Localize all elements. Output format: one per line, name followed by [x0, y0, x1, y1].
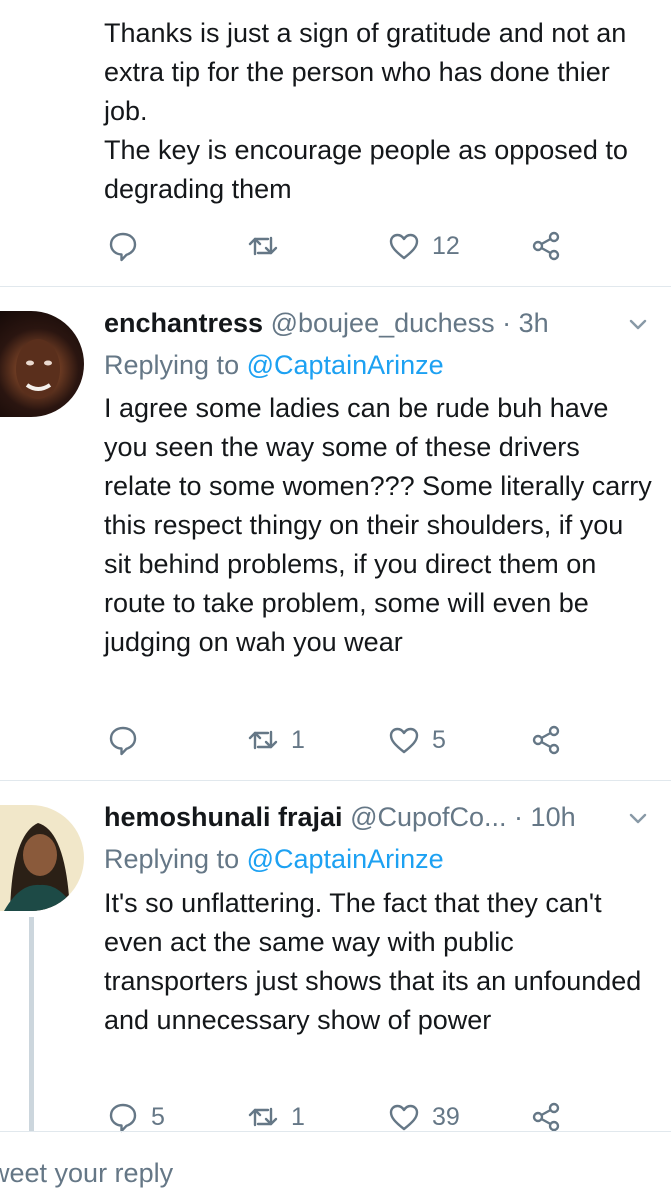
avatar-image [16, 339, 60, 399]
tweet-2[interactable]: enchantress @boujee_duchess · 3h Replyin… [0, 287, 671, 780]
tweet-3[interactable]: hemoshunali frajai @CupofCo... · 10h Rep… [0, 781, 671, 1133]
like-button[interactable]: 12 [388, 226, 460, 266]
tweet-header: enchantress @boujee_duchess · 3h [104, 305, 549, 341]
handle-time: @boujee_duchess · 3h [270, 308, 549, 338]
heart-icon [389, 233, 419, 260]
tweet-1-body: Thanks is just a sign of gratitude and n… [104, 18, 628, 204]
tweet-2-body: I agree some ladies can be rude buh have… [104, 393, 652, 657]
heart-icon [389, 1104, 419, 1131]
retweet-count: 1 [291, 1102, 305, 1131]
reply-count: 5 [151, 1102, 165, 1131]
mention-link[interactable]: @CaptainArinze [247, 844, 444, 874]
avatar[interactable] [0, 311, 84, 417]
tweet-3-body: It's so unflattering. The fact that they… [104, 888, 642, 1035]
retweet-button[interactable] [247, 226, 279, 266]
like-count: 12 [432, 231, 460, 260]
share-icon [532, 725, 560, 755]
reply-icon [109, 1103, 137, 1133]
display-name[interactable]: hemoshunali frajai [104, 802, 343, 832]
share-button[interactable] [530, 720, 562, 760]
like-button[interactable]: 5 [388, 720, 446, 760]
like-count: 5 [432, 725, 446, 754]
handle-time: @CupofCo... · 10h [350, 802, 576, 832]
reply-button[interactable] [107, 720, 139, 760]
divider [0, 1131, 671, 1132]
avatar-image [4, 823, 76, 911]
avatar[interactable] [0, 805, 84, 911]
reply-icon [109, 726, 137, 756]
tweet-1-actions: 12 [0, 226, 671, 266]
share-icon [532, 231, 560, 261]
share-icon [532, 1102, 560, 1132]
like-count: 39 [432, 1102, 460, 1131]
reply-button[interactable] [107, 226, 139, 266]
reply-icon [109, 232, 137, 262]
tweet-2-actions: 1 5 [0, 720, 671, 760]
mention-link[interactable]: @CaptainArinze [247, 350, 444, 380]
retweet-icon [248, 730, 278, 750]
tweet-header: hemoshunali frajai @CupofCo... · 10h [104, 799, 576, 835]
share-button[interactable] [530, 226, 562, 266]
retweet-icon [248, 1107, 278, 1127]
retweet-icon [248, 236, 278, 256]
retweet-button[interactable]: 1 [247, 720, 305, 760]
reply-compose-input[interactable]: weet your reply [0, 1158, 173, 1189]
heart-icon [389, 727, 419, 754]
chevron-down-icon[interactable] [629, 319, 647, 331]
replying-to: Replying to @CaptainArinze [104, 350, 444, 380]
retweet-count: 1 [291, 725, 305, 754]
replying-to: Replying to @CaptainArinze [104, 844, 444, 874]
tweet-1[interactable]: Thanks is just a sign of gratitude and n… [0, 0, 671, 286]
chevron-down-icon[interactable] [629, 813, 647, 825]
display-name[interactable]: enchantress [104, 308, 263, 338]
